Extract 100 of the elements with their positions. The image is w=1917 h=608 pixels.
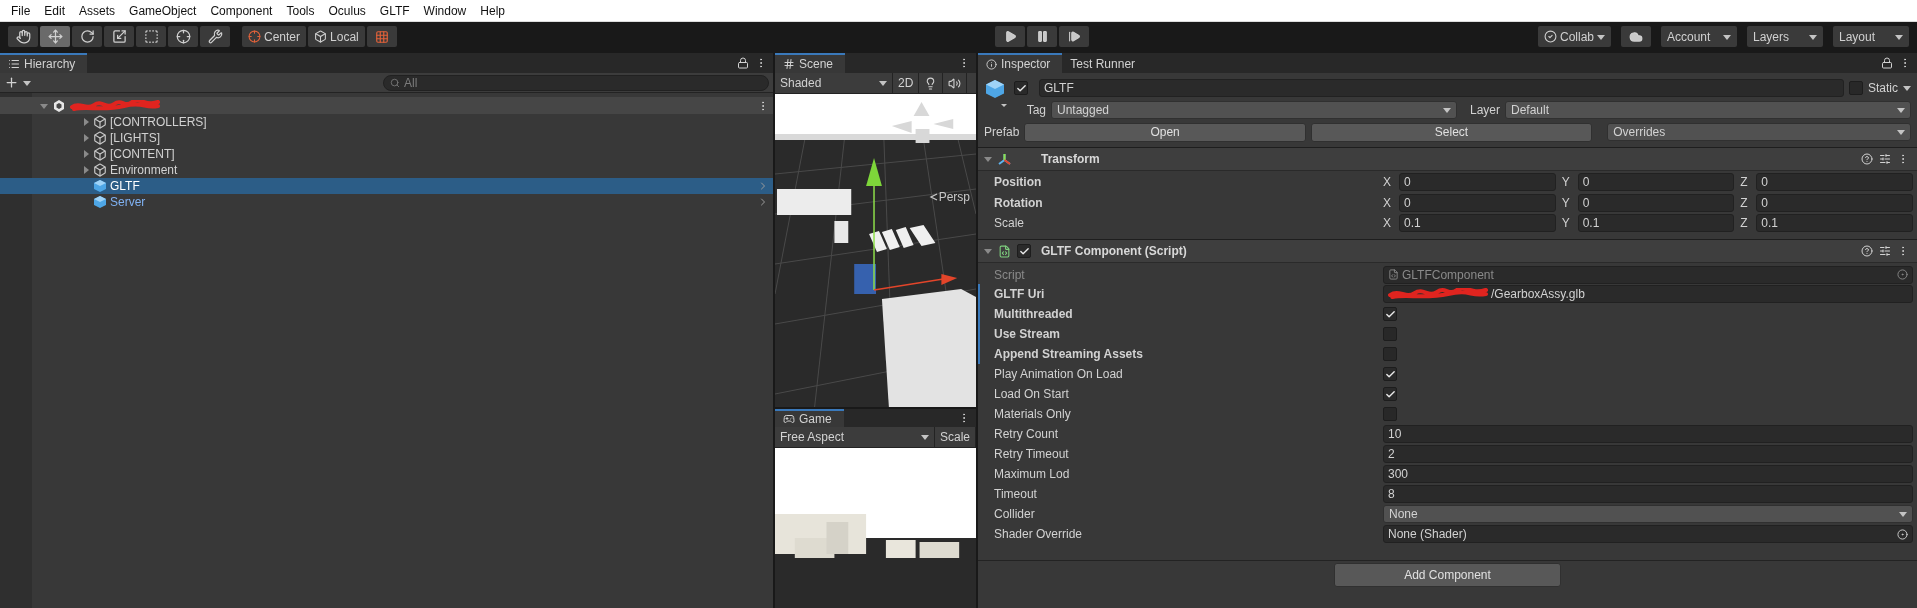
number-field[interactable]: 0 — [1756, 172, 1913, 191]
projection-label[interactable]: Persp — [928, 190, 970, 204]
menu-item[interactable]: GameObject — [122, 3, 204, 18]
scale-label[interactable]: Scale — [934, 427, 976, 447]
layer-dropdown[interactable]: Default — [1505, 101, 1911, 119]
inspector-tab[interactable]: Inspector — [978, 53, 1063, 73]
pause-button[interactable] — [1027, 26, 1058, 47]
menu-item[interactable]: Window — [416, 3, 474, 18]
number-field[interactable]: 0 — [1577, 172, 1735, 191]
checkbox[interactable] — [1383, 307, 1397, 321]
picker-icon[interactable] — [1897, 528, 1908, 540]
overrides-dropdown[interactable]: Overrides — [1607, 123, 1911, 141]
object-field[interactable]: None (Shader) — [1383, 525, 1913, 543]
hierarchy-item[interactable]: GLTF — [0, 178, 773, 194]
shading-dropdown[interactable]: Shaded — [775, 73, 893, 93]
toolbar-dropdown[interactable]: Layers — [1747, 26, 1823, 47]
menu-item[interactable]: Assets — [72, 3, 123, 18]
speaker-icon[interactable] — [948, 76, 962, 90]
checkbox[interactable] — [1383, 387, 1397, 401]
help-icon[interactable] — [1861, 153, 1873, 165]
number-field[interactable]: 8 — [1383, 485, 1913, 503]
script-icon — [1388, 269, 1399, 280]
active-checkbox[interactable] — [1014, 81, 1028, 95]
cloud-button[interactable] — [1621, 26, 1651, 47]
snap-button[interactable] — [366, 26, 397, 47]
help-icon[interactable] — [1861, 245, 1873, 257]
rect-tool-tool[interactable] — [136, 26, 166, 47]
crosshair-tool[interactable] — [168, 26, 198, 47]
move-icon — [47, 29, 63, 44]
search-field[interactable]: All — [383, 74, 769, 91]
menu-item[interactable]: Tools — [279, 3, 322, 18]
menu-item[interactable]: GLTF — [372, 3, 417, 18]
menu-item[interactable]: Edit — [37, 3, 73, 18]
hierarchy-item[interactable]: [LIGHTS] — [0, 130, 773, 146]
menu-item[interactable]: Component — [203, 3, 280, 18]
game-tab[interactable]: Game — [775, 409, 844, 427]
foldout-arrow-icon — [984, 247, 992, 255]
inspector-tab[interactable]: Test Runner — [1062, 53, 1148, 73]
number-field[interactable]: 300 — [1383, 465, 1913, 483]
pivot-button[interactable]: Center — [242, 26, 307, 47]
toolbar-dropdown[interactable]: Layout — [1833, 26, 1909, 47]
checkbox[interactable] — [1383, 407, 1397, 421]
move-tool[interactable] — [40, 26, 70, 47]
toolbar-dropdown[interactable]: Account — [1661, 26, 1737, 47]
number-field[interactable]: 0 — [1399, 172, 1556, 191]
prefab-button[interactable]: Select — [1310, 122, 1593, 142]
number-field[interactable]: 0 — [1756, 193, 1913, 212]
scale-tool[interactable] — [104, 26, 134, 47]
wrench-tool[interactable] — [200, 26, 230, 47]
menu-item[interactable]: Oculus — [321, 3, 373, 18]
number-field[interactable]: 10 — [1383, 425, 1913, 443]
checkbox[interactable] — [1383, 347, 1397, 361]
hand-tool[interactable] — [8, 26, 38, 47]
number-field[interactable]: 2 — [1383, 445, 1913, 463]
mode-2d-button[interactable]: 2D — [893, 73, 920, 93]
name-field[interactable]: GLTF — [1039, 79, 1844, 97]
menu-item[interactable]: File — [4, 3, 38, 18]
property-label: Timeout — [994, 487, 1037, 501]
number-field[interactable]: 0.1 — [1577, 214, 1735, 232]
lock-icon[interactable] — [1881, 57, 1893, 69]
play-button[interactable] — [995, 26, 1026, 47]
checkbox[interactable] — [1383, 327, 1397, 341]
tag-label: Tag — [1025, 103, 1046, 117]
hierarchy-item[interactable]: [CONTROLLERS] — [0, 114, 773, 130]
checkbox[interactable] — [1383, 367, 1397, 381]
picker-icon[interactable] — [1897, 269, 1908, 280]
collab-dropdown[interactable]: Collab — [1537, 26, 1611, 47]
number-field[interactable]: 0.1 — [1399, 214, 1556, 232]
sliders-icon[interactable] — [1879, 153, 1891, 165]
enabled-checkbox[interactable] — [1017, 244, 1031, 258]
uri-field[interactable]: /GearboxAssy.glb — [1383, 285, 1913, 303]
hierarchy-tab[interactable]: Hierarchy — [0, 53, 88, 73]
hierarchy-item[interactable]: Environment — [0, 162, 773, 178]
number-field[interactable]: 0 — [1399, 193, 1556, 212]
add-component-button[interactable]: Add Component — [1334, 563, 1561, 587]
caret-icon — [1723, 32, 1731, 41]
tag-dropdown[interactable]: Untagged — [1051, 101, 1457, 119]
property-label: Collider — [994, 507, 1035, 521]
hierarchy-item[interactable]: Server — [0, 194, 773, 210]
add-icon[interactable] — [4, 75, 19, 90]
property-label: Materials Only — [994, 407, 1071, 421]
lock-icon[interactable] — [737, 57, 749, 69]
number-field[interactable]: 0.1 — [1756, 214, 1913, 232]
space-button[interactable]: Local — [308, 26, 365, 47]
number-field[interactable]: 0 — [1577, 193, 1735, 212]
static-checkbox[interactable] — [1849, 81, 1863, 95]
scene-tab[interactable]: Scene — [775, 53, 846, 73]
sliders-icon[interactable] — [1879, 245, 1891, 257]
rotate-tool[interactable] — [72, 26, 102, 47]
hierarchy-item[interactable]: [CONTENT] — [0, 146, 773, 162]
property-label: Load On Start — [994, 387, 1069, 401]
collider-dropdown[interactable]: None — [1383, 505, 1913, 523]
caret-icon — [1897, 128, 1905, 136]
aspect-dropdown[interactable]: Free Aspect — [775, 427, 935, 447]
component-title[interactable]: Transform — [1041, 152, 1100, 166]
step-button[interactable] — [1059, 26, 1090, 47]
menu-item[interactable]: Help — [473, 3, 512, 18]
prefab-button[interactable]: Open — [1024, 122, 1306, 142]
list-icon — [8, 58, 20, 70]
component-title[interactable]: GLTF Component (Script) — [1041, 244, 1187, 258]
